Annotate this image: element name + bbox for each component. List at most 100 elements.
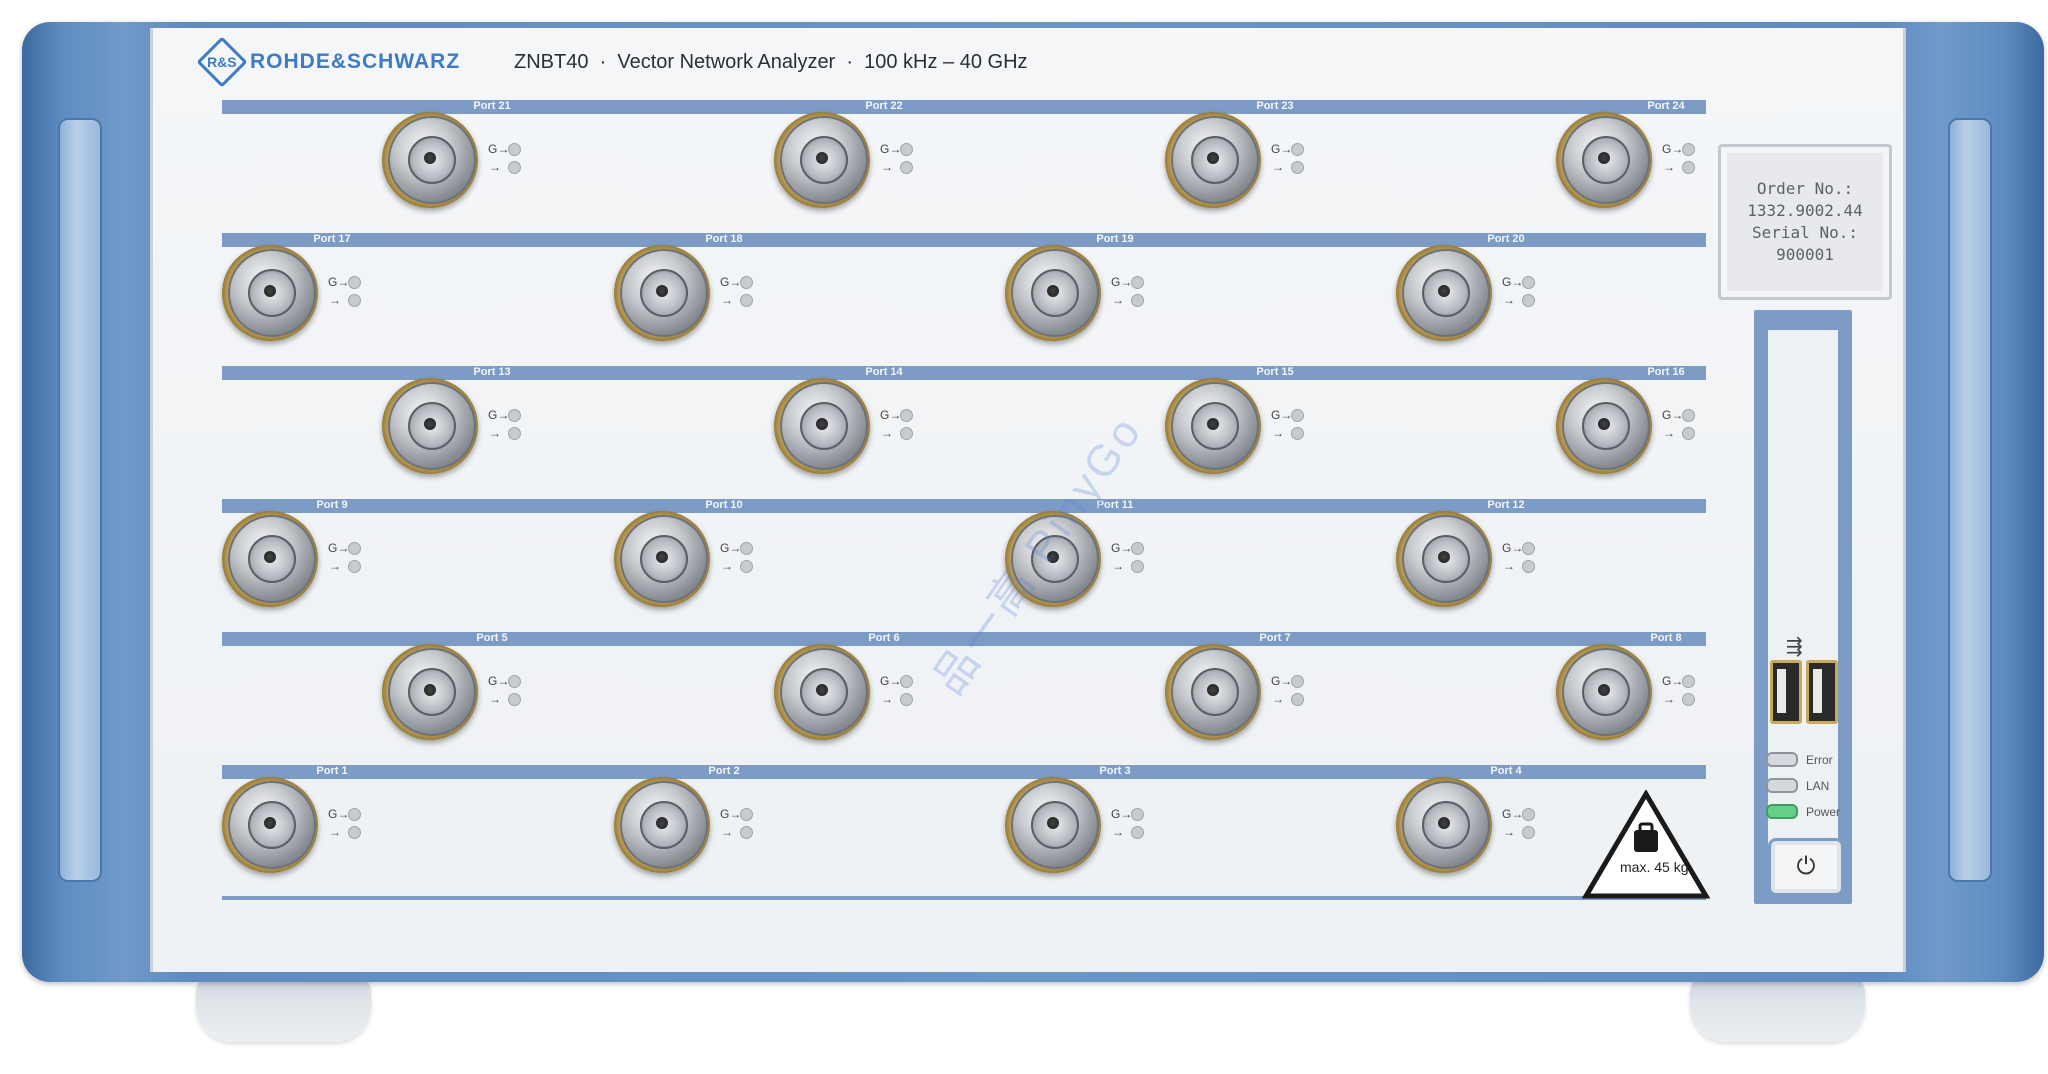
test-port-connector[interactable] — [222, 511, 318, 607]
port-label: Port 12 — [1487, 499, 1525, 511]
test-port-connector[interactable] — [1005, 777, 1101, 873]
test-port-connector[interactable] — [382, 644, 478, 740]
led-in-symbol: → — [1503, 559, 1515, 573]
status-lan: LAN — [1766, 778, 1829, 793]
test-port-connector[interactable] — [1005, 245, 1101, 341]
weight-warning-text: max. 45 kg — [1620, 859, 1689, 875]
port-label: Port 5 — [476, 632, 508, 644]
led-in-icon — [508, 426, 521, 440]
port-label: Port 17 — [313, 233, 351, 245]
bottom-strip — [222, 896, 1706, 900]
test-port-connector[interactable] — [1165, 378, 1261, 474]
port-label: Port 21 — [473, 100, 511, 112]
led-row-out: G→ — [880, 406, 914, 424]
led-in-symbol: → — [721, 825, 733, 839]
led-out-symbol: G→ — [328, 807, 350, 821]
port-label: Port 20 — [1487, 233, 1525, 245]
left-handle — [58, 118, 102, 882]
port-label: Port 24 — [1647, 100, 1685, 112]
led-out-icon — [1682, 408, 1695, 422]
led-in-icon — [508, 160, 521, 174]
status-power: Power — [1766, 804, 1840, 819]
test-port-connector[interactable] — [1165, 112, 1261, 208]
led-out-symbol: G→ — [488, 408, 510, 422]
port-leds: G→ → — [1502, 805, 1536, 841]
test-port-connector[interactable] — [614, 245, 710, 341]
led-in-symbol: → — [721, 293, 733, 307]
led-out-symbol: G→ — [328, 275, 350, 289]
test-port-connector[interactable] — [614, 511, 710, 607]
port-leds: G→ → — [880, 672, 914, 708]
led-in-icon — [1682, 692, 1695, 706]
led-row-in: → — [1111, 557, 1145, 575]
led-out-symbol: G→ — [1662, 142, 1684, 156]
logo-letter: R&S — [207, 54, 237, 70]
led-row-in: → — [1111, 823, 1145, 841]
test-port-connector[interactable] — [774, 378, 870, 474]
test-port-connector[interactable] — [774, 644, 870, 740]
led-out-icon — [1131, 541, 1144, 555]
led-out-icon — [1522, 541, 1535, 555]
usb-port-1[interactable] — [1770, 660, 1802, 724]
test-port-connector[interactable] — [1165, 644, 1261, 740]
led-out-icon — [1291, 142, 1304, 156]
connector-pin — [1598, 152, 1610, 164]
power-button[interactable]: ⏻ — [1768, 838, 1844, 896]
connector-pin — [424, 684, 436, 696]
led-row-out: G→ — [1271, 140, 1305, 158]
test-port-connector[interactable] — [1556, 378, 1652, 474]
connector-pin — [1438, 551, 1450, 563]
test-port-connector[interactable] — [774, 112, 870, 208]
test-port-connector[interactable] — [1396, 777, 1492, 873]
led-row-in: → — [720, 823, 754, 841]
port-leds: G→ → — [720, 273, 754, 309]
order-value: 1332.9002.44 — [1747, 201, 1863, 220]
led-row-out: G→ — [328, 539, 362, 557]
connector-pin — [656, 817, 668, 829]
led-in-icon — [740, 825, 753, 839]
led-out-icon — [348, 275, 361, 289]
led-row-in: → — [488, 158, 522, 176]
led-out-icon — [348, 807, 361, 821]
led-out-symbol: G→ — [1111, 541, 1133, 555]
usb-port-2[interactable] — [1806, 660, 1838, 724]
led-out-icon — [1291, 674, 1304, 688]
test-port-connector[interactable] — [222, 245, 318, 341]
test-port-connector[interactable] — [1396, 245, 1492, 341]
test-port-connector[interactable] — [1556, 644, 1652, 740]
led-row-in: → — [1271, 424, 1305, 442]
led-in-symbol: → — [881, 160, 893, 174]
test-port-connector[interactable] — [1556, 112, 1652, 208]
led-in-symbol: → — [329, 825, 341, 839]
left-foot — [196, 976, 371, 1042]
led-row-out: G→ — [1502, 539, 1536, 557]
led-in-symbol: → — [881, 692, 893, 706]
led-out-icon — [740, 275, 753, 289]
test-port-connector[interactable] — [382, 378, 478, 474]
usb-icon: ⇶ — [1786, 636, 1803, 658]
led-row-in: → — [880, 424, 914, 442]
connector-pin — [424, 152, 436, 164]
test-port-connector[interactable] — [382, 112, 478, 208]
led-out-symbol: G→ — [880, 142, 902, 156]
led-in-symbol: → — [721, 559, 733, 573]
port-label: Port 6 — [868, 632, 900, 644]
led-out-symbol: G→ — [1271, 408, 1293, 422]
port-label: Port 9 — [316, 499, 348, 511]
right-handle — [1948, 118, 1992, 882]
connector-pin — [1438, 285, 1450, 297]
test-port-connector[interactable] — [614, 777, 710, 873]
led-in-symbol: → — [1272, 426, 1284, 440]
led-in-symbol: → — [1663, 692, 1675, 706]
test-port-connector[interactable] — [1396, 511, 1492, 607]
connector-pin — [816, 418, 828, 430]
led-row-out: G→ — [1502, 805, 1536, 823]
led-out-symbol: G→ — [488, 674, 510, 688]
led-row-out: G→ — [1502, 273, 1536, 291]
port-leds: G→ → — [488, 672, 522, 708]
power-icon: ⏻ — [1796, 853, 1816, 880]
led-out-symbol: G→ — [1502, 275, 1524, 289]
port-label: Port 4 — [1490, 765, 1522, 777]
test-port-connector[interactable] — [222, 777, 318, 873]
led-out-icon — [508, 142, 521, 156]
